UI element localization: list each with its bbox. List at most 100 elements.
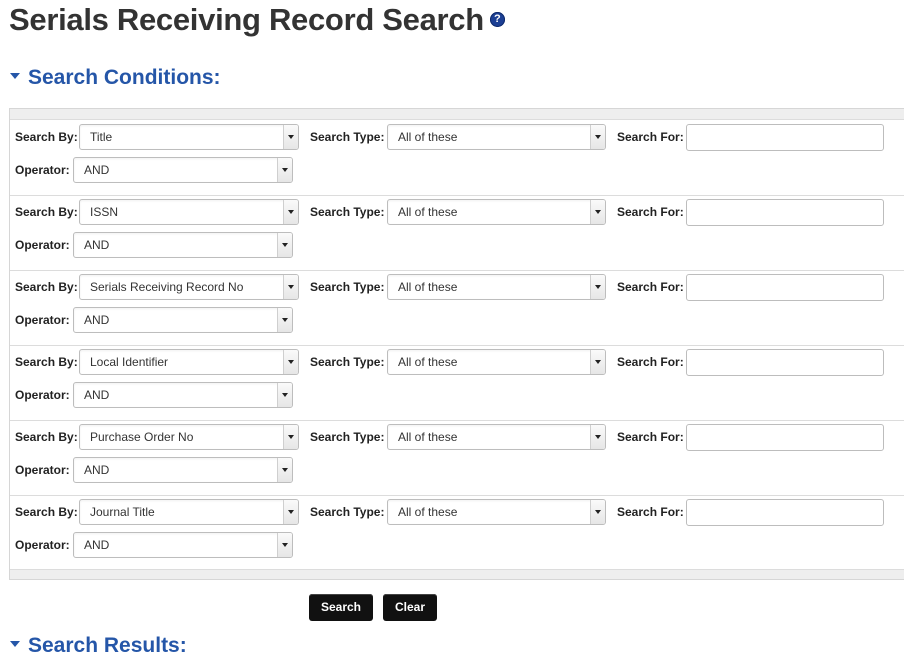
clear-button[interactable]: Clear — [383, 594, 437, 621]
operator-select[interactable]: AND — [73, 157, 293, 183]
dropdown-arrow-icon[interactable] — [590, 200, 605, 224]
dropdown-arrow-icon[interactable] — [277, 458, 292, 482]
search-condition-row: Search By: Journal Title Search Type: All o… — [10, 495, 904, 570]
search-type-value: All of these — [398, 280, 458, 294]
search-type-select[interactable]: All of these — [387, 274, 606, 300]
search-for-label: Search For: — [617, 205, 684, 219]
dropdown-arrow-icon[interactable] — [277, 533, 292, 557]
search-by-label: Search By: — [15, 430, 78, 444]
panel-top-bar — [10, 109, 904, 120]
operator-label: Operator: — [15, 388, 70, 402]
operator-value: AND — [84, 238, 110, 252]
search-by-select[interactable]: Purchase Order No — [79, 424, 299, 450]
help-icon[interactable]: ? — [489, 12, 505, 28]
dropdown-arrow-icon[interactable] — [283, 425, 298, 449]
search-type-select[interactable]: All of these — [387, 349, 606, 375]
search-type-label: Search Type: — [310, 505, 385, 519]
dropdown-arrow-icon[interactable] — [283, 500, 298, 524]
search-for-input[interactable] — [686, 199, 884, 226]
search-by-label: Search By: — [15, 205, 78, 219]
operator-value: AND — [84, 388, 110, 402]
search-for-label: Search For: — [617, 280, 684, 294]
search-by-value: Journal Title — [90, 505, 155, 519]
search-by-value: Serials Receiving Record No — [90, 280, 244, 294]
dropdown-arrow-icon[interactable] — [277, 383, 292, 407]
search-by-select[interactable]: Local Identifier — [79, 349, 299, 375]
search-type-label: Search Type: — [310, 130, 385, 144]
search-by-value: ISSN — [90, 205, 119, 219]
operator-label: Operator: — [15, 163, 70, 177]
search-type-label: Search Type: — [310, 430, 385, 444]
operator-select[interactable]: AND — [73, 307, 293, 333]
operator-select[interactable]: AND — [73, 532, 293, 558]
dropdown-arrow-icon[interactable] — [590, 350, 605, 374]
dropdown-arrow-icon[interactable] — [277, 308, 292, 332]
operator-label: Operator: — [15, 313, 70, 327]
search-by-select[interactable]: Title — [79, 124, 299, 150]
search-type-label: Search Type: — [310, 205, 385, 219]
operator-label: Operator: — [15, 238, 70, 252]
search-for-label: Search For: — [617, 130, 684, 144]
search-by-select[interactable]: ISSN — [79, 199, 299, 225]
dropdown-arrow-icon[interactable] — [590, 500, 605, 524]
search-condition-row: Search By: Serials Receiving Record No Sea… — [10, 270, 904, 346]
page-title-text: Serials Receiving Record Search — [9, 2, 484, 37]
search-type-value: All of these — [398, 130, 458, 144]
search-by-label: Search By: — [15, 355, 78, 369]
operator-label: Operator: — [15, 538, 70, 552]
dropdown-arrow-icon[interactable] — [590, 425, 605, 449]
dropdown-arrow-icon[interactable] — [283, 350, 298, 374]
search-for-label: Search For: — [617, 430, 684, 444]
search-for-label: Search For: — [617, 355, 684, 369]
collapse-triangle-icon[interactable] — [10, 641, 20, 648]
dropdown-arrow-icon[interactable] — [590, 275, 605, 299]
search-type-select[interactable]: All of these — [387, 124, 606, 150]
collapse-triangle-icon[interactable] — [10, 73, 20, 80]
operator-select[interactable]: AND — [73, 232, 293, 258]
operator-select[interactable]: AND — [73, 382, 293, 408]
operator-value: AND — [84, 463, 110, 477]
search-for-input[interactable] — [686, 349, 884, 376]
search-type-label: Search Type: — [310, 355, 385, 369]
search-by-label: Search By: — [15, 505, 78, 519]
search-by-label: Search By: — [15, 130, 78, 144]
dropdown-arrow-icon[interactable] — [590, 125, 605, 149]
search-results-heading-text: Search Results: — [28, 634, 187, 657]
search-for-input[interactable] — [686, 424, 884, 451]
search-type-select[interactable]: All of these — [387, 199, 606, 225]
operator-value: AND — [84, 163, 110, 177]
dropdown-arrow-icon[interactable] — [277, 233, 292, 257]
search-for-label: Search For: — [617, 505, 684, 519]
dropdown-arrow-icon[interactable] — [283, 125, 298, 149]
search-type-label: Search Type: — [310, 280, 385, 294]
dropdown-arrow-icon[interactable] — [283, 275, 298, 299]
dropdown-arrow-icon[interactable] — [277, 158, 292, 182]
search-for-input[interactable] — [686, 274, 884, 301]
search-for-input[interactable] — [686, 124, 884, 151]
search-type-value: All of these — [398, 355, 458, 369]
operator-label: Operator: — [15, 463, 70, 477]
search-condition-row: Search By: Purchase Order No Search Type: A… — [10, 420, 904, 496]
search-condition-row: Search By: ISSN Search Type: All of these Se… — [10, 195, 904, 271]
operator-select[interactable]: AND — [73, 457, 293, 483]
search-for-input[interactable] — [686, 499, 884, 526]
search-condition-row: Search By: Title Search Type: All of these S… — [10, 120, 904, 196]
search-conditions-heading-text: Search Conditions: — [28, 66, 221, 89]
search-type-value: All of these — [398, 430, 458, 444]
search-by-value: Local Identifier — [90, 355, 169, 369]
search-conditions-panel: Search By: Title Search Type: All of these S… — [9, 108, 904, 580]
search-conditions-heading[interactable]: Search Conditions: — [10, 66, 221, 90]
search-by-select[interactable]: Journal Title — [79, 499, 299, 525]
search-button[interactable]: Search — [309, 594, 373, 621]
search-results-heading[interactable]: Search Results: — [10, 634, 187, 658]
search-by-select[interactable]: Serials Receiving Record No — [79, 274, 299, 300]
panel-bottom-bar — [10, 569, 904, 579]
search-condition-row: Search By: Local Identifier Search Type: Al… — [10, 345, 904, 421]
search-type-select[interactable]: All of these — [387, 424, 606, 450]
search-type-select[interactable]: All of these — [387, 499, 606, 525]
operator-value: AND — [84, 313, 110, 327]
search-by-label: Search By: — [15, 280, 78, 294]
search-type-value: All of these — [398, 505, 458, 519]
dropdown-arrow-icon[interactable] — [283, 200, 298, 224]
search-by-value: Purchase Order No — [90, 430, 194, 444]
